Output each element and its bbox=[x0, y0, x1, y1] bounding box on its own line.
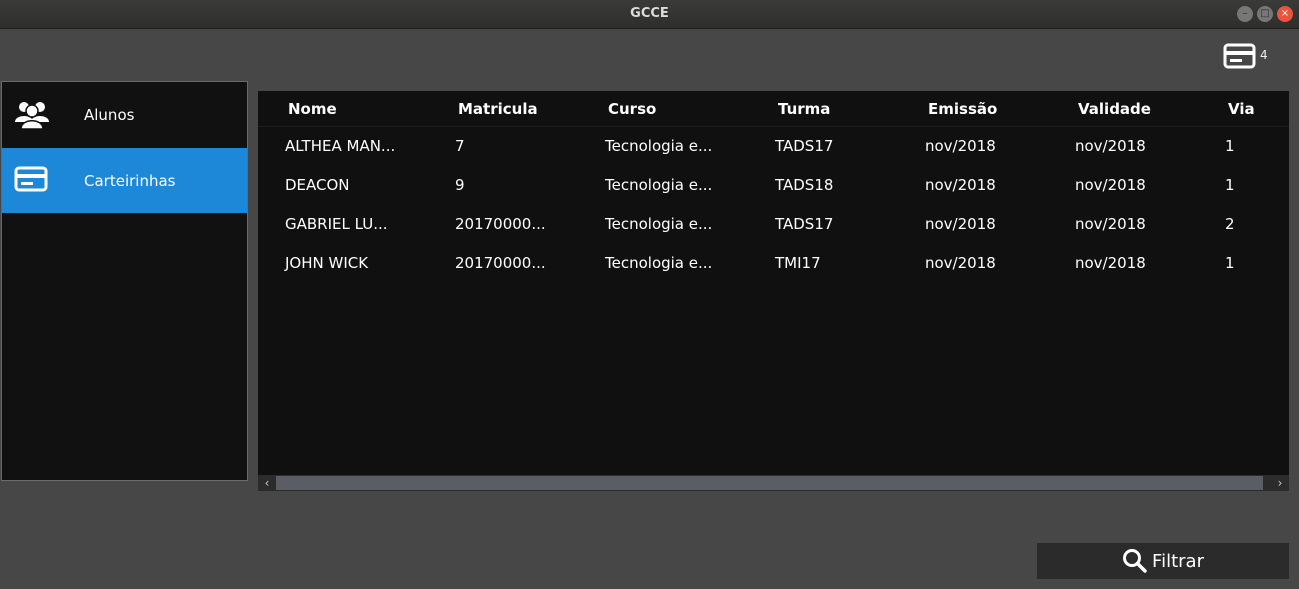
table-row[interactable]: JOHN WICK 20170000... Tecnologia e... TM… bbox=[258, 244, 1289, 283]
cell-matricula: 7 bbox=[455, 137, 465, 155]
cell-validade: nov/2018 bbox=[1075, 137, 1146, 155]
scroll-left-arrow-icon[interactable]: ‹ bbox=[258, 475, 276, 491]
cell-curso: Tecnologia e... bbox=[605, 215, 713, 233]
maximize-button[interactable]: □ bbox=[1257, 6, 1273, 22]
filter-label: Filtrar bbox=[1152, 550, 1204, 572]
cell-matricula: 20170000... bbox=[455, 254, 546, 272]
cell-emissao: nov/2018 bbox=[925, 215, 996, 233]
cell-turma: TADS17 bbox=[775, 215, 834, 233]
cards-table: Nome Matricula Curso Turma Emissão Valid… bbox=[258, 91, 1289, 491]
scrollbar-thumb[interactable] bbox=[276, 476, 1263, 490]
cell-nome: GABRIEL LU... bbox=[285, 215, 388, 233]
scroll-right-arrow-icon[interactable]: › bbox=[1271, 475, 1289, 491]
cell-via: 2 bbox=[1225, 215, 1235, 233]
cell-curso: Tecnologia e... bbox=[605, 254, 713, 272]
main-window: 4 Alunos Carteirinhas Nome Matricula Cur… bbox=[0, 29, 1299, 589]
close-icon: × bbox=[1280, 8, 1290, 19]
table-row[interactable]: DEACON 9 Tecnologia e... TADS18 nov/2018… bbox=[258, 166, 1289, 205]
cell-via: 1 bbox=[1225, 137, 1235, 155]
column-header-nome[interactable]: Nome bbox=[288, 100, 337, 118]
cell-matricula: 9 bbox=[455, 176, 465, 194]
cell-emissao: nov/2018 bbox=[925, 137, 996, 155]
cell-turma: TADS17 bbox=[775, 137, 834, 155]
sidebar-item-carteirinhas[interactable]: Carteirinhas bbox=[2, 148, 247, 213]
column-header-matricula[interactable]: Matricula bbox=[458, 100, 538, 118]
sidebar-item-label: Carteirinhas bbox=[84, 171, 176, 190]
title-bar: GCCE – □ × bbox=[0, 0, 1299, 29]
window-title: GCCE bbox=[630, 6, 669, 21]
cell-curso: Tecnologia e... bbox=[605, 137, 713, 155]
column-header-curso[interactable]: Curso bbox=[608, 100, 656, 118]
column-header-validade[interactable]: Validade bbox=[1078, 100, 1151, 118]
column-header-via[interactable]: Via bbox=[1228, 100, 1255, 118]
card-icon bbox=[14, 166, 48, 192]
cell-emissao: nov/2018 bbox=[925, 176, 996, 194]
sidebar-item-label: Alunos bbox=[84, 105, 135, 124]
cell-turma: TADS18 bbox=[775, 176, 834, 194]
table-header: Nome Matricula Curso Turma Emissão Valid… bbox=[258, 91, 1289, 127]
users-icon bbox=[15, 102, 49, 130]
card-icon bbox=[1223, 43, 1256, 69]
cell-validade: nov/2018 bbox=[1075, 254, 1146, 272]
cell-matricula: 20170000... bbox=[455, 215, 546, 233]
sidebar-item-alunos[interactable]: Alunos bbox=[2, 82, 247, 147]
cell-via: 1 bbox=[1225, 176, 1235, 194]
cell-validade: nov/2018 bbox=[1075, 176, 1146, 194]
horizontal-scrollbar[interactable]: ‹ › bbox=[258, 475, 1289, 491]
table-row[interactable]: GABRIEL LU... 20170000... Tecnologia e..… bbox=[258, 205, 1289, 244]
column-header-emissao[interactable]: Emissão bbox=[928, 100, 997, 118]
maximize-icon: □ bbox=[1260, 8, 1270, 19]
cell-turma: TMI17 bbox=[775, 254, 821, 272]
cell-nome: JOHN WICK bbox=[285, 254, 369, 272]
cell-curso: Tecnologia e... bbox=[605, 176, 713, 194]
table-row[interactable]: ALTHEA MAN... 7 Tecnologia e... TADS17 n… bbox=[258, 127, 1289, 166]
filter-button[interactable]: Filtrar bbox=[1037, 543, 1289, 579]
search-icon bbox=[1123, 549, 1147, 573]
cell-nome: DEACON bbox=[285, 176, 350, 194]
close-button[interactable]: × bbox=[1277, 6, 1293, 22]
minimize-icon: – bbox=[1242, 8, 1248, 19]
card-count-indicator: 4 bbox=[1223, 43, 1268, 69]
card-count: 4 bbox=[1260, 48, 1268, 62]
cell-validade: nov/2018 bbox=[1075, 215, 1146, 233]
column-header-turma[interactable]: Turma bbox=[778, 100, 830, 118]
minimize-button[interactable]: – bbox=[1237, 6, 1253, 22]
sidebar: Alunos Carteirinhas bbox=[1, 81, 248, 481]
cell-via: 1 bbox=[1225, 254, 1235, 272]
cell-emissao: nov/2018 bbox=[925, 254, 996, 272]
cell-nome: ALTHEA MAN... bbox=[285, 137, 396, 155]
